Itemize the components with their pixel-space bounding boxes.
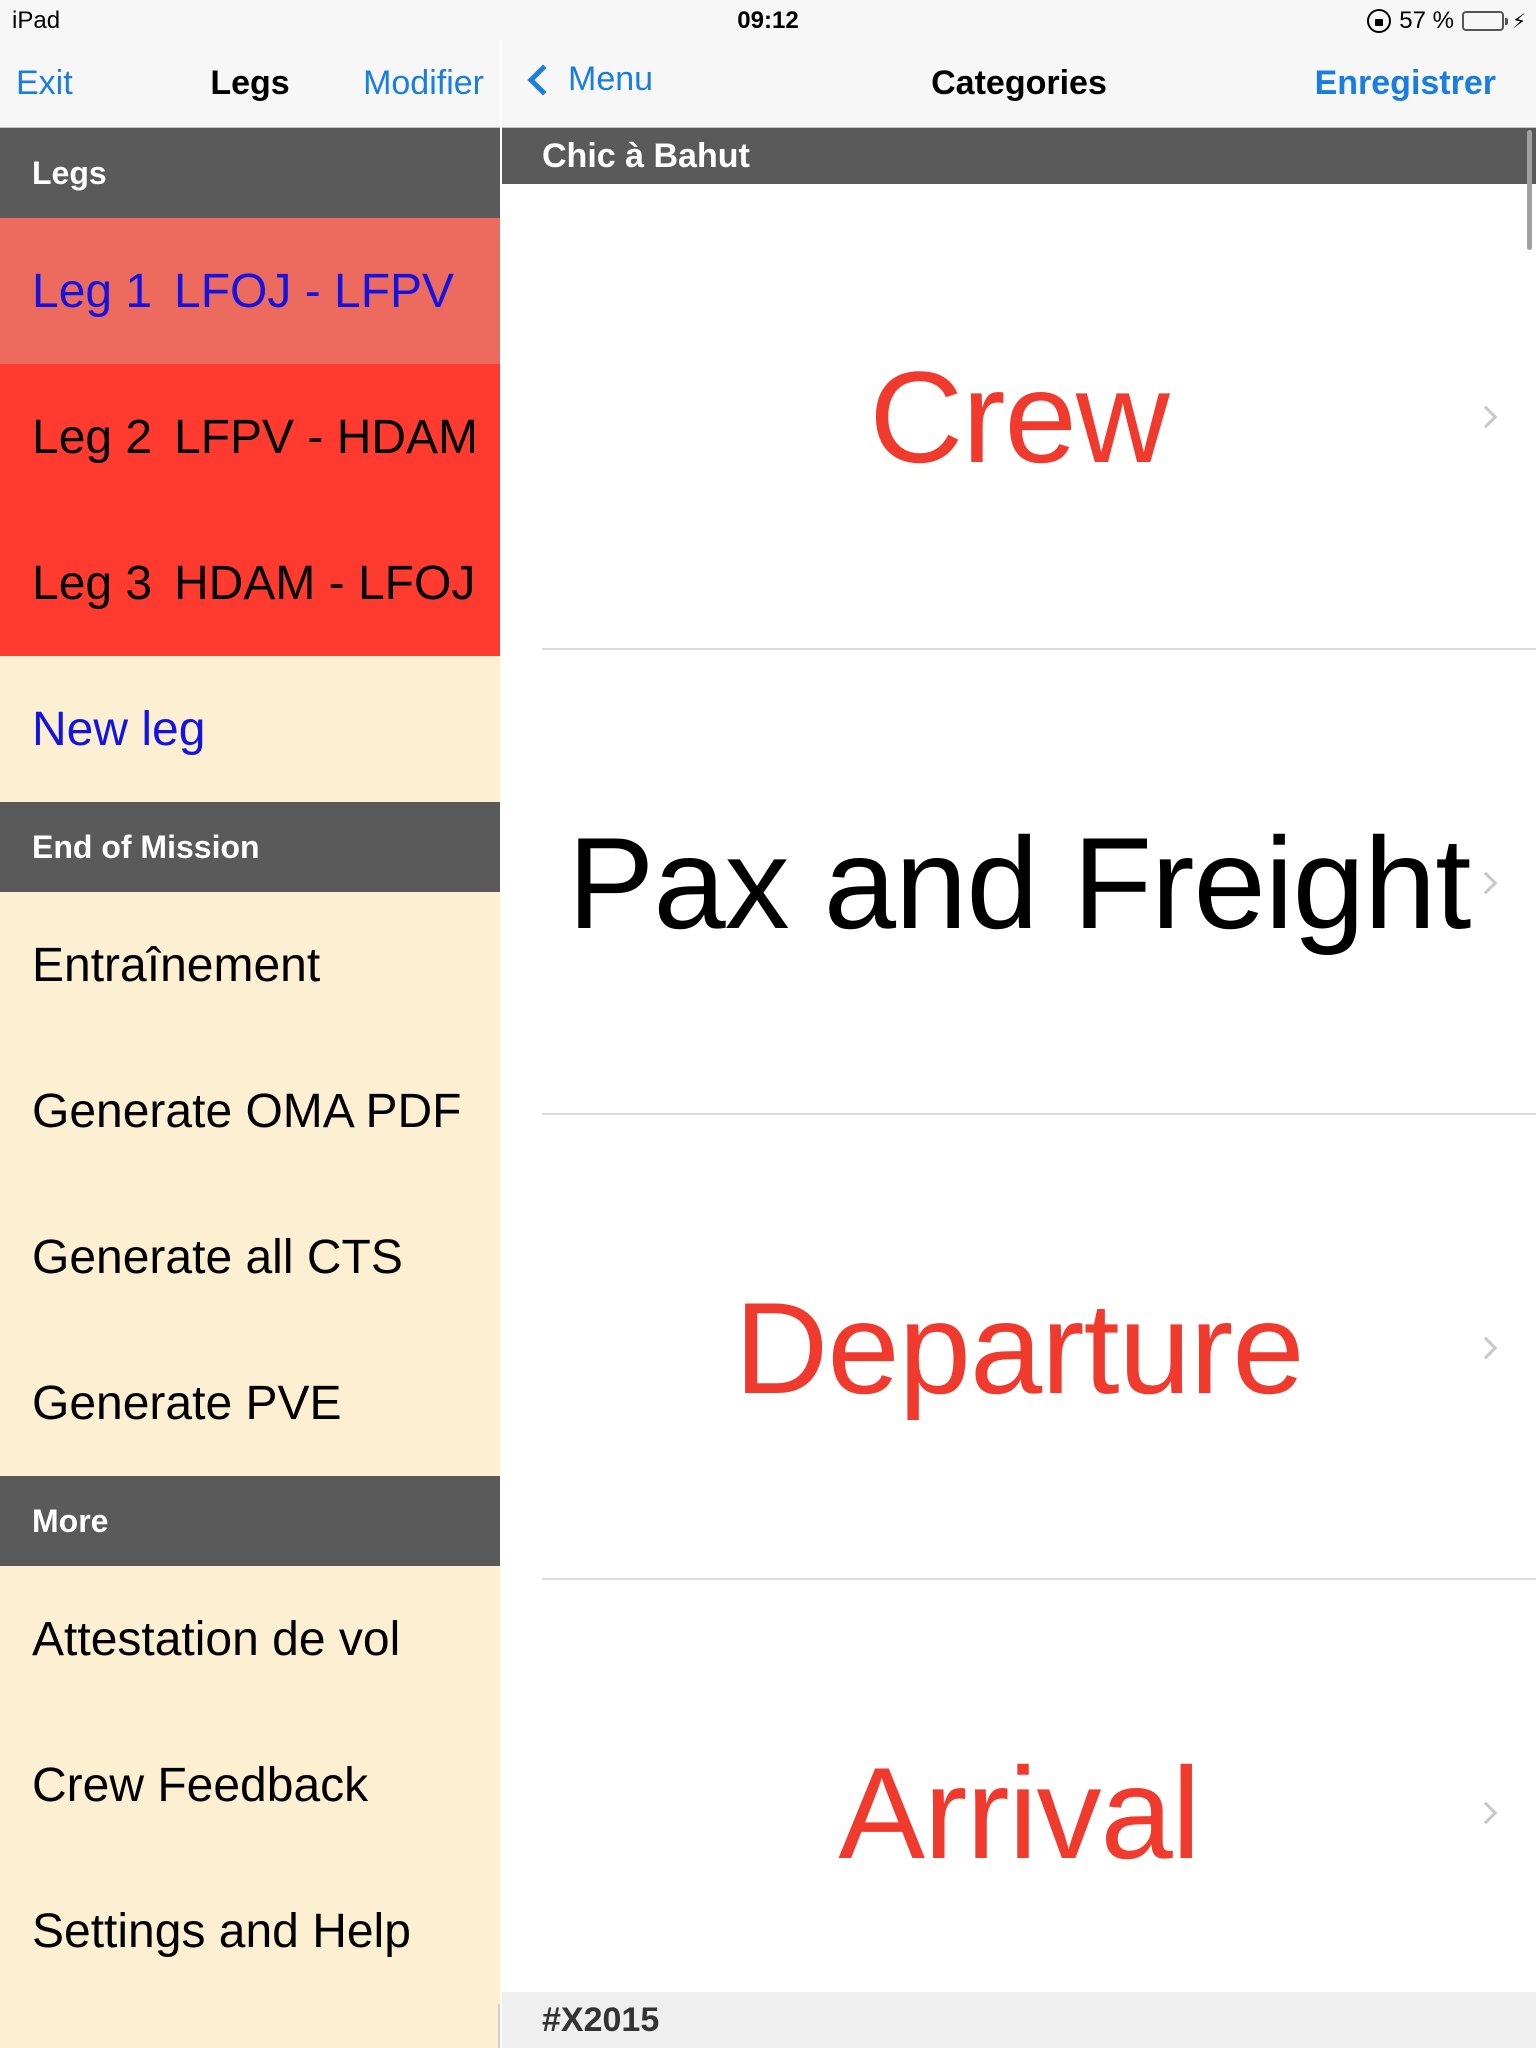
leg-route: LFOJ - LFPV bbox=[174, 264, 455, 318]
menu-item-training[interactable]: Entraînement bbox=[0, 892, 500, 1038]
leg-route: LFPV - HDAM bbox=[174, 410, 479, 464]
category-row-arrival[interactable]: Arrival bbox=[502, 1580, 1536, 2045]
section-header-legs: Legs bbox=[0, 128, 500, 218]
category-label: Departure bbox=[734, 1274, 1304, 1421]
status-icons: 57 % ⚡ bbox=[1367, 7, 1526, 35]
new-leg-button[interactable]: New leg bbox=[0, 656, 500, 802]
status-bar: iPad 09:12 57 % ⚡ bbox=[0, 0, 1536, 40]
leg-route: HDAM - LFOJ bbox=[174, 556, 476, 610]
section-header-end-of-mission: End of Mission bbox=[0, 802, 500, 892]
leg-row-2[interactable]: Leg 2 LFPV - HDAM bbox=[0, 364, 500, 510]
menu-item-generate-oma-pdf[interactable]: Generate OMA PDF bbox=[0, 1038, 500, 1184]
battery-percent: 57 % bbox=[1399, 7, 1454, 34]
menu-item-settings-and-help[interactable]: Settings and Help bbox=[0, 1858, 500, 2004]
category-row-pax-and-freight[interactable]: Pax and Freight bbox=[502, 650, 1536, 1115]
clock: 09:12 bbox=[737, 7, 799, 34]
battery-icon bbox=[1461, 11, 1508, 31]
chevron-right-icon bbox=[1474, 1801, 1498, 1824]
section-header-more: More bbox=[0, 1476, 500, 1566]
leg-number: Leg 3 bbox=[32, 556, 153, 610]
charging-bolt-icon: ⚡ bbox=[1511, 10, 1526, 33]
chevron-right-icon bbox=[1474, 405, 1498, 428]
menu-item-crew-feedback[interactable]: Crew Feedback bbox=[0, 1712, 500, 1858]
menu-item-generate-all-cts[interactable]: Generate all CTS bbox=[0, 1184, 500, 1330]
mission-name-header: Chic à Bahut bbox=[502, 128, 1536, 184]
leg-number: Leg 2 bbox=[32, 410, 153, 464]
menu-item-generate-pve[interactable]: Generate PVE bbox=[0, 1330, 500, 1476]
save-button[interactable]: Enregistrer bbox=[1315, 64, 1496, 103]
chevron-right-icon bbox=[1474, 1336, 1498, 1359]
mission-footer: #X2015 bbox=[502, 1992, 1536, 2048]
categories-pane: Menu Categories Enregistrer Chic à Bahut… bbox=[502, 0, 1536, 2048]
app-screen: Exit Legs Modifier Legs Leg 1 LFOJ - LFP… bbox=[0, 0, 1536, 2048]
category-label: Arrival bbox=[838, 1739, 1200, 1886]
rotation-lock-icon bbox=[1367, 9, 1392, 33]
category-label: Crew bbox=[869, 343, 1169, 490]
legs-sidebar: Exit Legs Modifier Legs Leg 1 LFOJ - LFP… bbox=[0, 0, 500, 2048]
leg-row-3[interactable]: Leg 3 HDAM - LFOJ bbox=[0, 510, 500, 656]
edit-button[interactable]: Modifier bbox=[363, 64, 484, 103]
category-label: Pax and Freight bbox=[567, 809, 1472, 956]
category-row-departure[interactable]: Departure bbox=[502, 1115, 1536, 1580]
scroll-indicator[interactable] bbox=[1527, 130, 1532, 250]
chevron-right-icon bbox=[1474, 871, 1498, 894]
category-row-crew[interactable]: Crew bbox=[502, 184, 1536, 649]
leg-row-1[interactable]: Leg 1 LFOJ - LFPV bbox=[0, 218, 500, 364]
legs-nav-bar: Exit Legs Modifier bbox=[0, 40, 500, 128]
menu-item-flight-certificate[interactable]: Attestation de vol bbox=[0, 1566, 500, 1712]
categories-nav-bar: Menu Categories Enregistrer bbox=[502, 40, 1536, 128]
leg-number: Leg 1 bbox=[32, 264, 153, 318]
